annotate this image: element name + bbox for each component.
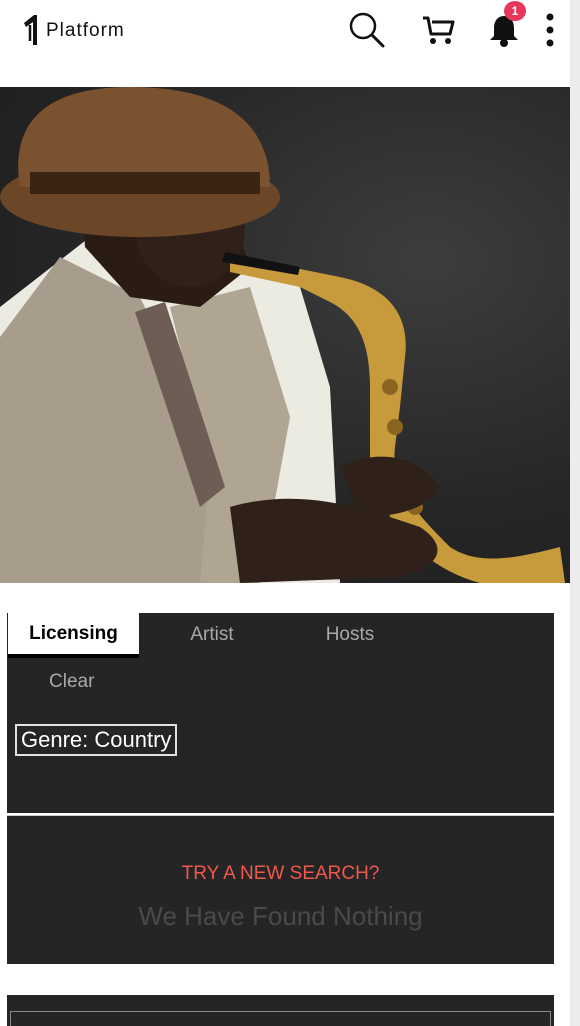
- try-new-search-link[interactable]: TRY A NEW SEARCH?: [7, 863, 554, 885]
- saxophone-player-photo: [0, 87, 565, 583]
- logo[interactable]: Platform: [22, 13, 125, 47]
- empty-results-message: We Have Found Nothing: [138, 901, 423, 931]
- tab-licensing[interactable]: Licensing: [8, 613, 139, 658]
- genre-filter-chip[interactable]: Genre: Country: [15, 724, 178, 756]
- search-icon[interactable]: [344, 10, 388, 50]
- results-panel: TRY A NEW SEARCH? We Have Found Nothing: [7, 815, 554, 964]
- next-section: [7, 995, 554, 1026]
- hero-image: [0, 87, 570, 583]
- scrollbar[interactable]: [570, 0, 580, 1026]
- tab-artist[interactable]: Artist: [157, 613, 267, 657]
- clear-filters-button[interactable]: Clear: [49, 671, 94, 693]
- cart-icon[interactable]: [418, 10, 458, 50]
- section-border: [10, 1011, 551, 1026]
- logo-text: Platform: [46, 20, 125, 41]
- tab-hosts[interactable]: Hosts: [299, 613, 401, 657]
- logo-mark-icon: [24, 15, 37, 45]
- search-panel: Licensing Artist Hosts Clear Genre: Coun…: [7, 613, 554, 813]
- notification-badge: 1: [504, 1, 526, 21]
- more-vertical-icon[interactable]: [538, 10, 562, 50]
- top-header: Platform 1: [0, 0, 570, 60]
